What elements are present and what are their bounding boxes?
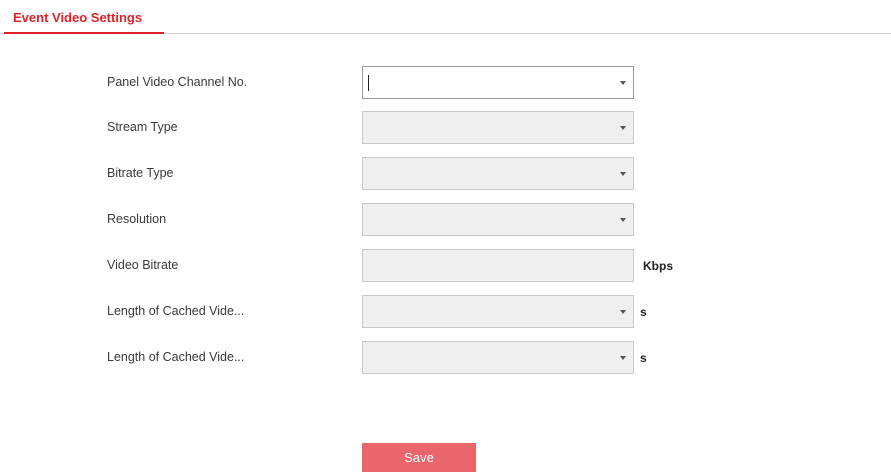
video-bitrate-input[interactable] [362,249,634,282]
resolution-row: Resolution [0,203,891,236]
video-bitrate-row: Video Bitrate Kbps [0,249,891,282]
cached-video-2-unit: s [640,351,647,365]
bitrate-type-row: Bitrate Type [0,157,891,190]
tab-bar: Event Video Settings [0,0,891,34]
panel-video-channel-label: Panel Video Channel No. [107,75,248,89]
chevron-down-icon[interactable] [620,126,626,130]
save-button[interactable]: Save [362,443,476,472]
resolution-select[interactable] [362,203,634,236]
chevron-down-icon[interactable] [620,356,626,360]
resolution-label: Resolution [107,212,167,226]
cached-video-1-row: Length of Cached Vide... s [0,295,891,328]
cached-video-2-row: Length of Cached Vide... s [0,341,891,374]
cached-video-1-label: Length of Cached Vide... [107,304,245,318]
bitrate-type-select[interactable] [362,157,634,190]
video-bitrate-label: Video Bitrate [107,258,179,272]
chevron-down-icon[interactable] [620,218,626,222]
cached-video-1-select[interactable] [362,295,634,328]
chevron-down-icon[interactable] [620,310,626,314]
panel-video-channel-row: Panel Video Channel No. [0,66,891,99]
tab-event-video-settings[interactable]: Event Video Settings [4,0,164,34]
cached-video-2-select[interactable] [362,341,634,374]
cached-video-1-unit: s [640,305,647,319]
panel-video-channel-select[interactable] [362,66,634,99]
chevron-down-icon[interactable] [620,172,626,176]
event-video-settings-page: Event Video Settings Panel Video Channel… [0,0,891,472]
cached-video-2-label: Length of Cached Vide... [107,350,245,364]
stream-type-select[interactable] [362,111,634,144]
bitrate-type-label: Bitrate Type [107,166,174,180]
chevron-down-icon[interactable] [620,81,626,85]
video-bitrate-unit: Kbps [643,259,673,273]
stream-type-row: Stream Type [0,111,891,144]
stream-type-label: Stream Type [107,120,178,134]
text-cursor [368,75,369,91]
